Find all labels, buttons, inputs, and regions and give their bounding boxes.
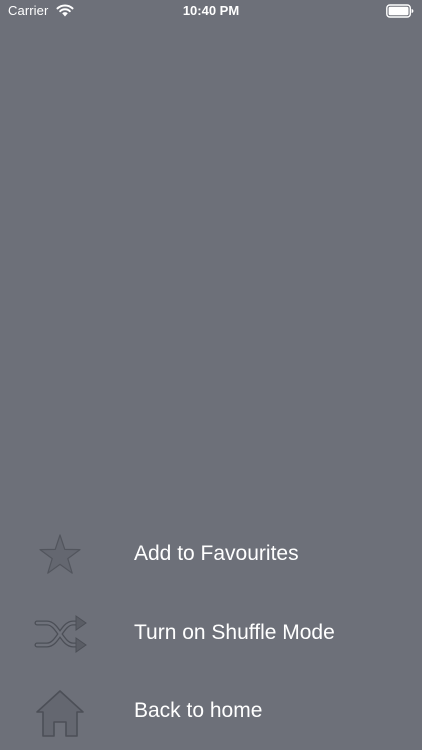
status-bar: Carrier 10:40 PM xyxy=(0,0,422,24)
back-to-home-label: Back to home xyxy=(134,699,263,722)
home-icon xyxy=(36,690,84,737)
add-to-favourites-button[interactable]: Add to Favourites xyxy=(0,515,422,593)
back-to-home-button[interactable]: Back to home xyxy=(0,672,422,750)
shuffle-mode-button[interactable]: Turn on Shuffle Mode xyxy=(0,594,422,672)
shuffle-mode-label: Turn on Shuffle Mode xyxy=(134,621,335,644)
battery-icon xyxy=(386,4,414,18)
status-time: 10:40 PM xyxy=(182,3,240,18)
star-icon xyxy=(39,534,81,574)
add-to-favourites-label: Add to Favourites xyxy=(134,542,299,565)
shuffle-icon xyxy=(34,615,87,653)
